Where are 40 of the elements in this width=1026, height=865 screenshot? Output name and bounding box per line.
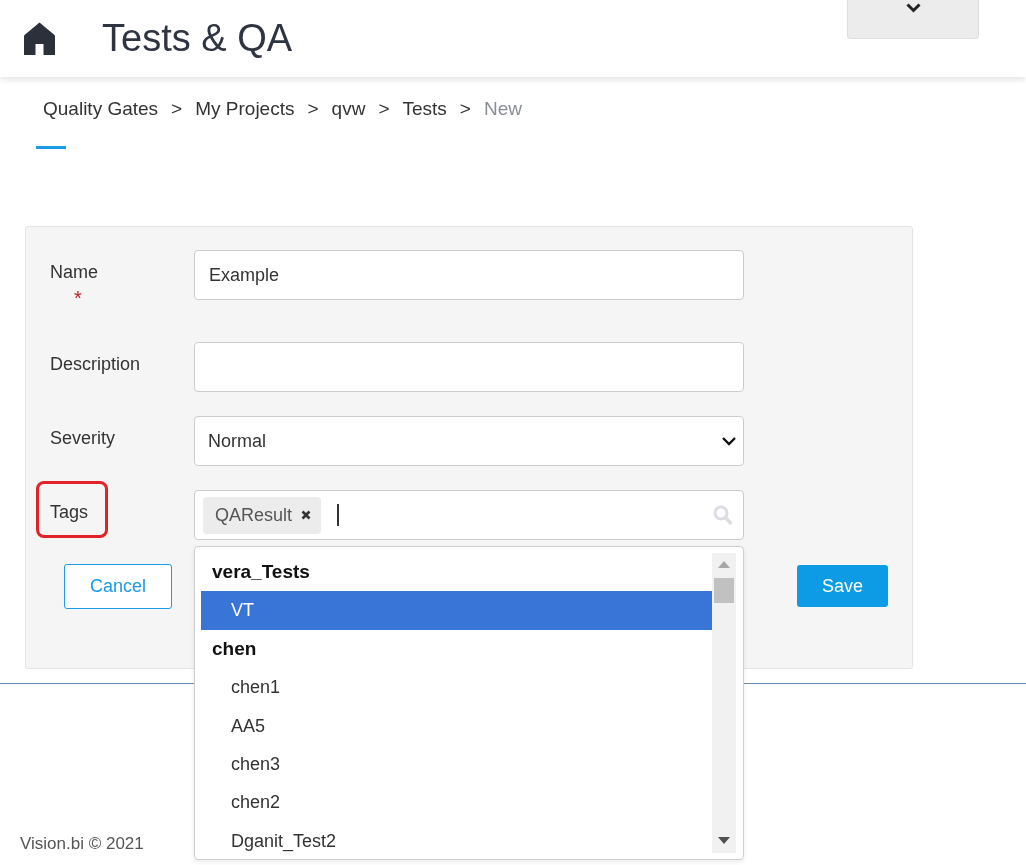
breadcrumb-separator: >	[307, 97, 319, 121]
text-input[interactable]	[194, 342, 744, 392]
breadcrumb-separator: >	[171, 97, 183, 121]
breadcrumb-separator: >	[378, 97, 390, 121]
breadcrumb-link[interactable]: qvw	[331, 96, 366, 122]
chevron-down-icon	[722, 436, 736, 446]
tags-field[interactable]: QAResult	[194, 490, 744, 540]
chevron-down-icon	[905, 3, 921, 13]
dropdown-option[interactable]: Dganit_Test2	[201, 821, 712, 859]
scrollbar-thumb[interactable]	[714, 578, 734, 603]
breadcrumb-link[interactable]: Quality Gates	[43, 96, 159, 122]
menu-toggle-button[interactable]	[847, 0, 979, 39]
select-field[interactable]: Normal	[194, 416, 744, 466]
breadcrumb-link[interactable]: My Projects	[195, 96, 295, 122]
field-label: Description	[50, 353, 141, 375]
search-icon	[713, 505, 732, 525]
remove-tag-icon[interactable]	[301, 510, 312, 520]
dropdown-option[interactable]: chen3	[201, 744, 712, 784]
copyright-text: Vision.bi © 2021	[20, 834, 144, 853]
scroll-down-icon[interactable]	[718, 837, 730, 844]
home-icon[interactable]	[24, 22, 55, 55]
required-mark: *	[74, 286, 82, 311]
option-group-label: chen	[211, 636, 258, 661]
scrollbar[interactable]	[712, 553, 736, 853]
text-input[interactable]: Example	[194, 250, 744, 300]
field-label: Severity	[50, 427, 116, 449]
text-cursor	[337, 504, 340, 526]
page-title: Tests & QA	[102, 16, 293, 60]
dropdown-option[interactable]: chen2	[201, 783, 712, 822]
field-label: Name	[50, 261, 98, 283]
tag-label: QAResult	[215, 504, 293, 526]
dropdown-option[interactable]: chen1	[201, 668, 712, 707]
scroll-up-icon[interactable]	[718, 561, 730, 568]
dropdown-option[interactable]: AA5	[201, 706, 712, 745]
field-label: Tags	[50, 501, 89, 523]
option-group-label: vera_Tests	[211, 560, 311, 584]
active-indicator-bar	[36, 146, 66, 149]
dropdown-option[interactable]: VT	[201, 591, 712, 630]
breadcrumb-separator: >	[459, 97, 471, 121]
breadcrumb-link[interactable]: Tests	[402, 96, 447, 122]
